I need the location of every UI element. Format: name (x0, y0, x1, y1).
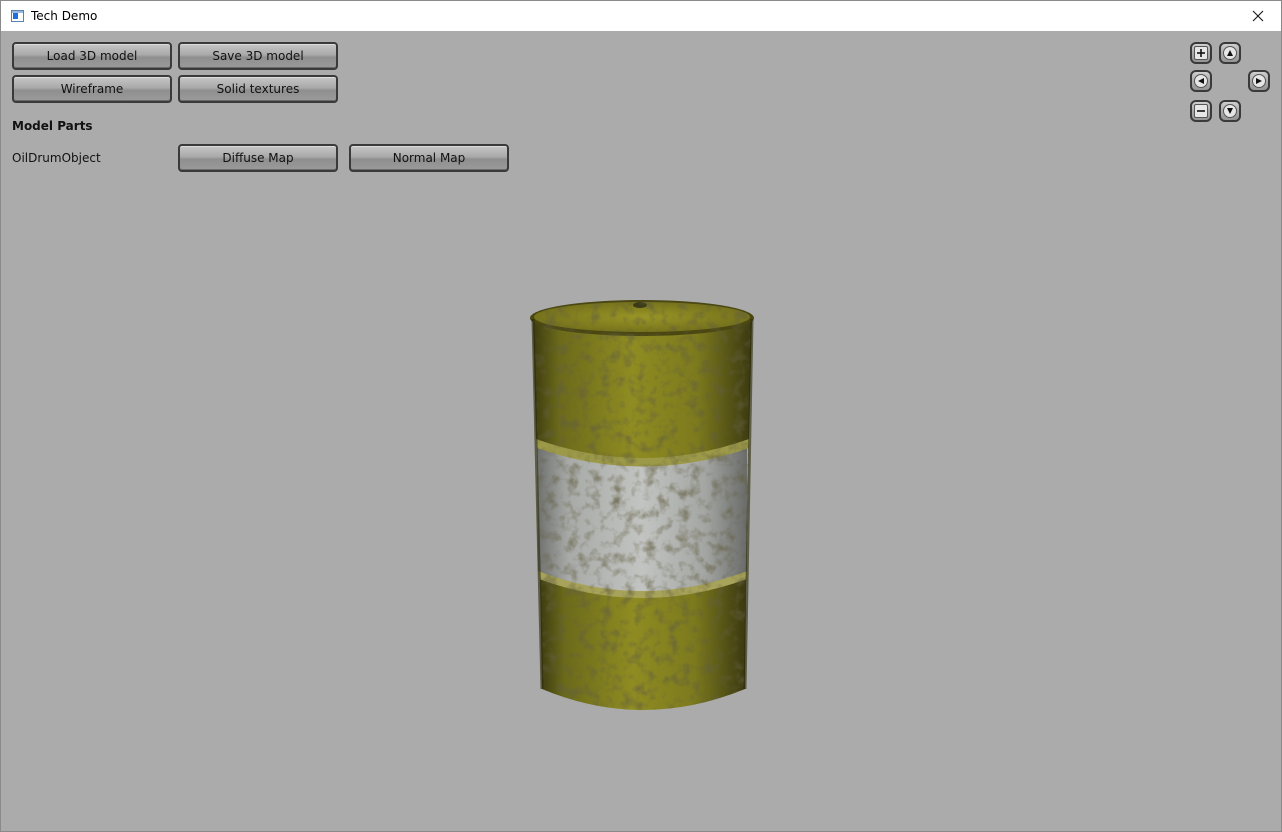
move-right-button[interactable] (1248, 70, 1270, 92)
model-parts-heading: Model Parts (12, 119, 93, 133)
save-3d-model-button[interactable]: Save 3D model (178, 42, 338, 70)
plus-icon (1197, 49, 1205, 57)
arrow-left-icon (1198, 78, 1204, 84)
app-window: Tech Demo Load 3D model Save 3D model Wi… (0, 0, 1282, 832)
diffuse-map-button[interactable]: Diffuse Map (178, 144, 338, 172)
model-part-name: OilDrumObject (12, 151, 101, 165)
window-title: Tech Demo (31, 9, 98, 23)
render-area[interactable]: Load 3D model Save 3D model Wireframe So… (1, 31, 1281, 831)
move-left-button[interactable] (1190, 70, 1212, 92)
move-up-button[interactable] (1219, 42, 1241, 64)
title-bar[interactable]: Tech Demo (1, 1, 1281, 31)
zoom-out-button[interactable] (1190, 100, 1212, 122)
move-down-button[interactable] (1219, 100, 1241, 122)
load-3d-model-button[interactable]: Load 3D model (12, 42, 172, 70)
zoom-in-button[interactable] (1190, 42, 1212, 64)
oil-drum-model[interactable] (530, 300, 754, 710)
wireframe-button[interactable]: Wireframe (12, 75, 172, 103)
arrow-up-icon (1227, 50, 1233, 56)
close-icon (1252, 10, 1264, 22)
close-button[interactable] (1235, 1, 1281, 31)
minus-icon (1197, 110, 1205, 112)
arrow-right-icon (1256, 78, 1262, 84)
app-icon (11, 10, 24, 22)
normal-map-button[interactable]: Normal Map (349, 144, 509, 172)
solid-textures-button[interactable]: Solid textures (178, 75, 338, 103)
arrow-down-icon (1227, 108, 1233, 114)
